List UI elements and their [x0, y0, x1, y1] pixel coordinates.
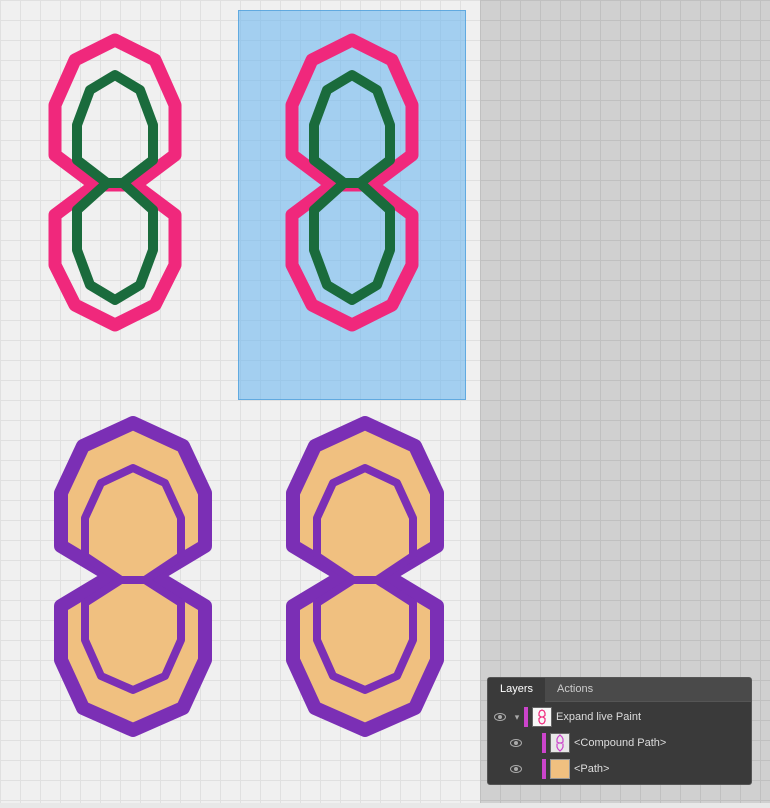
layer-name-path: <Path> — [574, 763, 609, 775]
layer-name-compound-path: <Compound Path> — [574, 737, 666, 749]
layer-name-expand-live-paint: Expand live Paint — [556, 711, 641, 723]
shape-bottom-right — [293, 423, 437, 730]
shape-top-right — [292, 40, 412, 325]
tab-layers[interactable]: Layers — [488, 678, 545, 702]
thumbnail-expand-live-paint — [532, 707, 552, 727]
layer-row-path[interactable]: <Path> — [488, 756, 751, 782]
shape-top-left — [55, 40, 175, 325]
tab-actions[interactable]: Actions — [545, 678, 605, 701]
expand-arrow[interactable]: ▾ — [510, 710, 524, 724]
layer-row-expand-live-paint[interactable]: ▾ Expand live Paint — [488, 704, 751, 730]
visibility-toggle-expand[interactable] — [492, 709, 508, 725]
layers-panel: Layers Actions ▾ Expand live Paint — [487, 677, 752, 785]
eye-icon-path — [510, 765, 522, 773]
visibility-toggle-compound[interactable] — [508, 735, 524, 751]
eye-icon — [494, 713, 506, 721]
thumbnail-compound-path — [550, 733, 570, 753]
color-bar-compound — [542, 733, 546, 753]
color-bar-expand — [524, 707, 528, 727]
layers-content: ▾ Expand live Paint <Compound Path> — [488, 702, 751, 784]
layer-row-compound-path[interactable]: <Compound Path> — [488, 730, 751, 756]
eye-icon-compound — [510, 739, 522, 747]
color-bar-path — [542, 759, 546, 779]
layers-tabs: Layers Actions — [488, 678, 751, 702]
thumbnail-path — [550, 759, 570, 779]
visibility-toggle-path[interactable] — [508, 761, 524, 777]
shape-bottom-left — [61, 423, 205, 730]
